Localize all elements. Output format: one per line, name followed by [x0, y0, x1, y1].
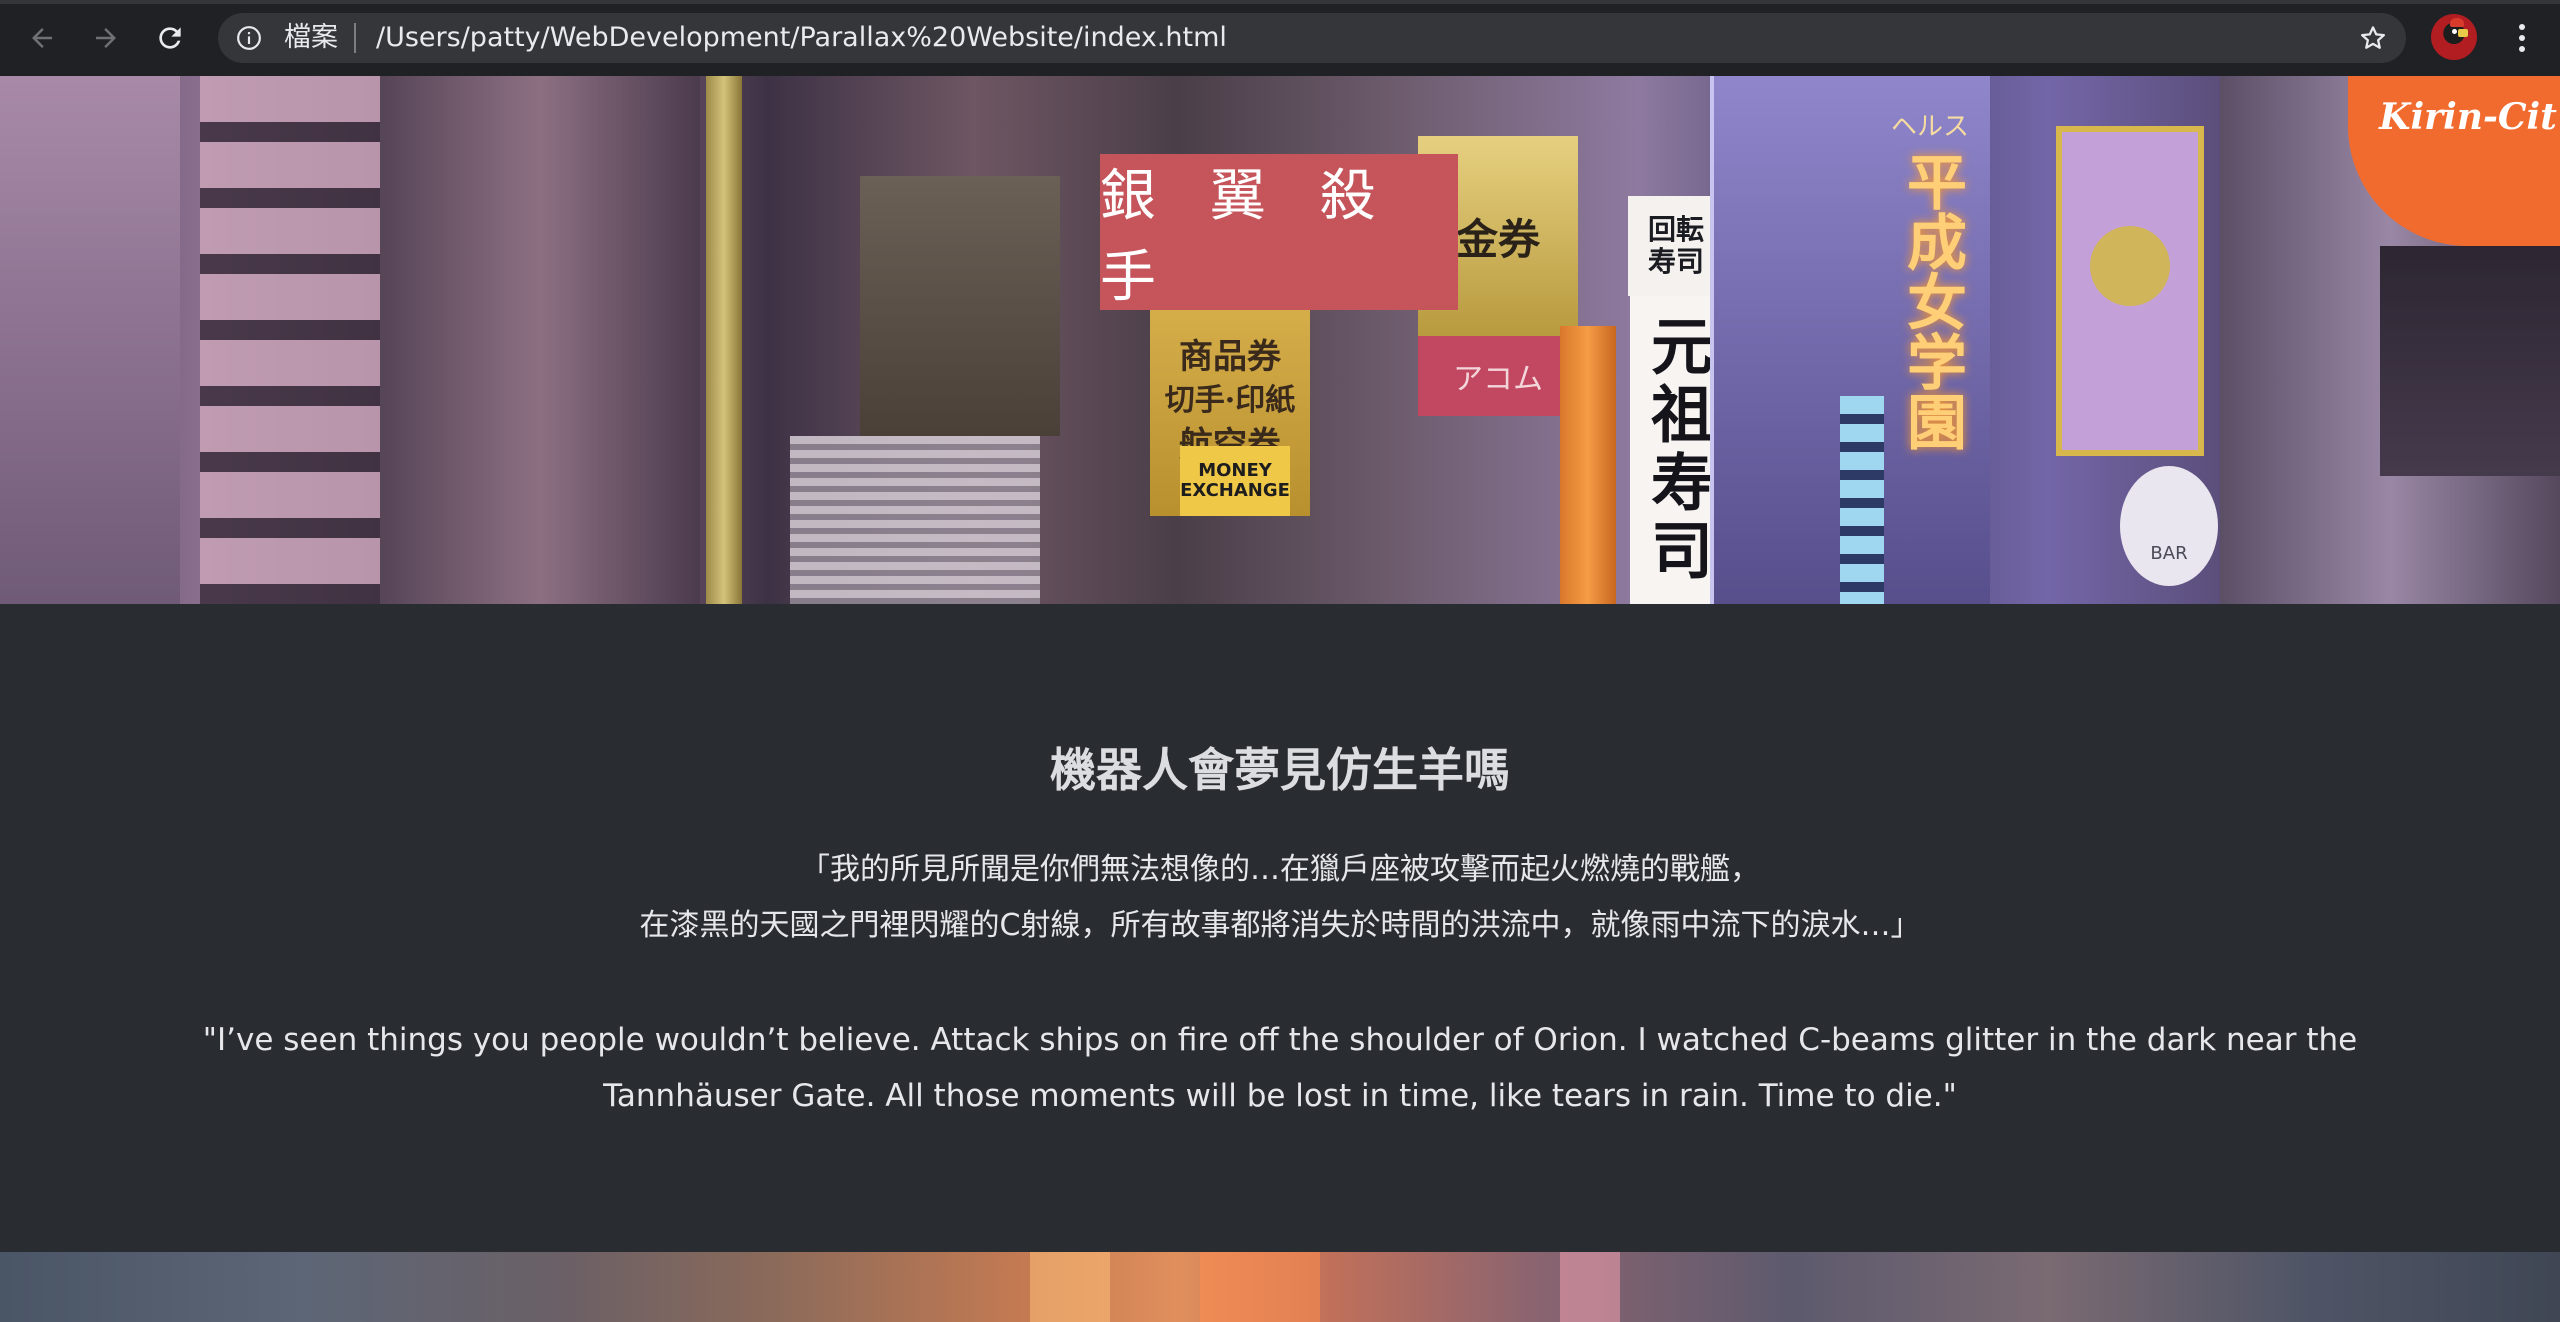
dark-overhang: [2380, 246, 2560, 476]
forward-button[interactable]: [84, 16, 128, 60]
light-streak: [1560, 1252, 1620, 1322]
forward-arrow-icon: [96, 28, 116, 48]
graffiti-wall: [860, 176, 1060, 436]
acom-sign: アコム: [1418, 336, 1578, 416]
tower-lights: [1840, 396, 1884, 604]
light-streak: [1030, 1252, 1110, 1322]
helth-sign: ヘルス: [1880, 104, 1980, 144]
shohin-text: 商品券: [1179, 337, 1281, 377]
quote-english: "I’ve seen things you people wouldn’t be…: [202, 1022, 2358, 1114]
left-building: [0, 76, 180, 604]
ganso-sushi-sign: 元祖寿司: [1630, 296, 1722, 604]
orange-pillar: [1560, 326, 1616, 604]
sushi-small-text: 寿司: [1647, 245, 1704, 278]
menu-dot: [2519, 35, 2525, 41]
scheme-label: 檔案: [284, 22, 338, 53]
quote-chinese: 「我的所見所聞是你們無法想像的…在獵戶座被攻擊而起火燃燒的戰艦， 在漆黑的天國之…: [0, 842, 2560, 954]
light-streak: [1200, 1252, 1320, 1322]
bookmark-star-icon[interactable]: [2358, 23, 2388, 53]
left-wall: [380, 76, 700, 604]
profile-avatar-icon[interactable]: [2431, 14, 2477, 60]
kitte-text: 切手·印紙: [1164, 383, 1296, 418]
shutter: [790, 436, 1040, 604]
tab-strip-edge: [0, 0, 2560, 4]
hero-title: 銀 翼 殺 手: [1100, 164, 1394, 310]
avatar-eye: [2452, 29, 2457, 34]
back-button[interactable]: [20, 16, 64, 60]
quote-chinese-line-1: 「我的所見所聞是你們無法想像的…在獵戶座被攻擊而起火燃燒的戰艦，: [800, 852, 1760, 887]
heisei-text: 平成女学園: [1896, 151, 1967, 451]
section-heading: 機器人會夢見仿生羊嗎: [1050, 743, 1510, 797]
ganso-sushi-text: 元祖寿司: [1640, 314, 1713, 586]
address-bar[interactable]: 檔案 /Users/patty/WebDevelopment/Parallax%…: [218, 13, 2406, 63]
hero-banner: 商品券 切手·印紙 航空券 MONEY EXCHANGE 金券 アコム 回転 寿…: [0, 76, 2560, 604]
window-column: [200, 76, 380, 604]
menu-dot: [2519, 46, 2525, 52]
helth-text: ヘルス: [1890, 111, 1969, 142]
money-exchange-sign: MONEY EXCHANGE: [1180, 446, 1290, 516]
acom-text: アコム: [1453, 362, 1543, 397]
avatar-beak: [2458, 29, 2468, 37]
quote-chinese-line-2: 在漆黑的天國之門裡閃耀的C射線，所有故事都將消失於時間的洪流中，就像雨中流下的淚…: [639, 908, 1921, 943]
more-vert-icon[interactable]: [2500, 16, 2544, 60]
kaiten-text: 回転: [1647, 213, 1704, 246]
bar-sign: BAR: [2120, 466, 2218, 586]
omnibox-divider: [354, 23, 356, 53]
heisei-sign: 平成女学園: [1892, 146, 1972, 456]
pipe: [706, 76, 742, 604]
back-arrow-icon: [32, 28, 52, 48]
info-icon[interactable]: [236, 25, 262, 51]
avatar-comb: [2450, 18, 2464, 27]
hero-title-box: 銀 翼 殺 手: [1100, 154, 1458, 310]
skull-icon: [2090, 226, 2170, 306]
bar-text: BAR: [2150, 543, 2188, 564]
money-exchange-text: MONEY EXCHANGE: [1180, 460, 1290, 501]
reload-button[interactable]: [148, 16, 192, 60]
kirin-text: Kirin-Cit: [2379, 96, 2557, 138]
browser-toolbar: 檔案 /Users/patty/WebDevelopment/Parallax%…: [0, 0, 2560, 76]
reload-icon: [159, 27, 181, 49]
quote-section: 機器人會夢見仿生羊嗎 「我的所見所聞是你們無法想像的…在獵戶座被攻擊而起火燃燒的…: [0, 604, 2560, 1252]
parallax-image-strip: [0, 1252, 2560, 1322]
url-text[interactable]: /Users/patty/WebDevelopment/Parallax%20W…: [376, 23, 1227, 53]
menu-dot: [2519, 24, 2525, 30]
